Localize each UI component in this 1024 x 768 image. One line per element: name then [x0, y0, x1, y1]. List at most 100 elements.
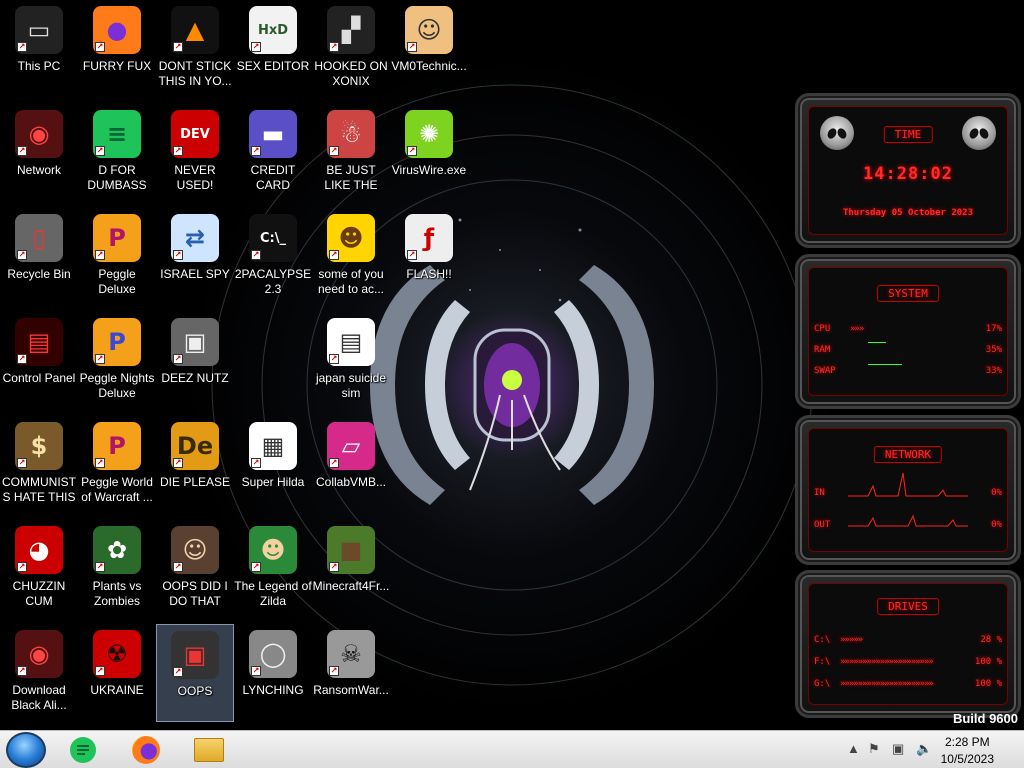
shortcut-arrow-icon: ↗: [17, 458, 27, 468]
desktop-icon[interactable]: ▯ ↗ Recycle Bin: [0, 208, 78, 306]
vlc-cone-icon: ▲ ↗: [171, 6, 219, 54]
desktop-icon[interactable]: ◉ ↗ Download Black Ali...: [0, 624, 78, 722]
desktop-icon[interactable]: ƒ ↗ FLASH!!: [390, 208, 468, 306]
desktop-icon[interactable]: ▣ ↗ OOPS: [156, 624, 234, 722]
desktop-icon-label: some of you need to ac...: [317, 267, 385, 296]
taskbar-firefox-button[interactable]: [129, 734, 163, 766]
console-icon: C:\_ ↗: [249, 214, 297, 262]
drives-gadget[interactable]: DRIVES C:\ »»»»» 28 % F:\ »»»»»»»»»»»»»»…: [795, 570, 1021, 718]
desktop-icon[interactable]: De ↗ DIE PLEASE: [156, 416, 234, 514]
start-button[interactable]: [6, 732, 46, 768]
alien-ball-icon: ◉ ↗: [15, 630, 63, 678]
shortcut-arrow-icon: ↗: [173, 354, 183, 364]
taskbar-d-app-button[interactable]: [66, 734, 100, 766]
cpu-row: CPU »»» 17%: [814, 324, 1002, 336]
desktop-icon-label: The Legend of Zilda: [234, 579, 312, 608]
shortcut-arrow-icon: ↗: [173, 250, 183, 260]
desktop-icon[interactable]: $↗ COMMUNISTS HATE THIS G...: [0, 416, 78, 514]
minecraft-grass-icon: ■ ↗: [327, 526, 375, 574]
pixel-art-icon: ▦ ↗: [249, 422, 297, 470]
desktop-icon-label: DONT STICK THIS IN YO...: [158, 59, 232, 88]
chuzzle-icon: ◕ ↗: [15, 526, 63, 574]
desktop-icon[interactable]: ◯ ↗ LYNCHING: [234, 624, 312, 722]
desktop-icon[interactable]: ☻ ↗ some of you need to ac...: [312, 208, 390, 306]
desktop-icon[interactable]: ▤ ↗ Control Panel: [0, 312, 78, 410]
desktop-icon[interactable]: P ↗ Peggle Nights Deluxe: [78, 312, 156, 410]
desktop-icon[interactable]: ▣ ↗ DEEZ NUTZ: [156, 312, 234, 410]
desktop-icon-label: Control Panel: [2, 371, 76, 385]
desktop-icon[interactable]: C:\_ ↗ 2PACALYPSE 2.3: [234, 208, 312, 306]
cpu-bar: »»»: [850, 324, 864, 334]
shortcut-arrow-icon: ↗: [173, 458, 183, 468]
volume-icon[interactable]: 🔈: [916, 741, 932, 757]
build-watermark: Build 9600: [952, 711, 1018, 726]
network-gadget[interactable]: NETWORK IN 0% OUT 0%: [795, 415, 1021, 565]
desktop-icon[interactable]: ☺ ↗ OOPS DID I DO THAT: [156, 520, 234, 618]
desktop-icon-label: Network: [16, 163, 61, 177]
beaver-icon: ☻ ↗: [327, 214, 375, 262]
firefox-icon: [132, 736, 160, 764]
shortcut-arrow-icon: ↗: [251, 42, 261, 52]
desktop-icon-label: Minecraft4Fr...: [312, 579, 390, 593]
desktop-icon[interactable]: ≡ ↗ D FOR DUMBASS: [78, 104, 156, 202]
desktop-icon[interactable]: ☢ ↗ UKRAINE: [78, 624, 156, 722]
drives-gadget-title: DRIVES: [877, 598, 939, 615]
system-gadget[interactable]: SYSTEM CPU »»» 17% RAM 35% SWAP 33%: [795, 254, 1021, 409]
desktop-icon-label: CREDIT CARD CHECKER: [250, 163, 296, 192]
network-icon: ◉ ↗: [15, 110, 63, 158]
show-hidden-icons-button[interactable]: ▲: [847, 741, 860, 756]
desktop-icon[interactable]: ✺ ↗ VirusWire.exe: [390, 104, 468, 202]
flag-icon[interactable]: ⚑: [868, 741, 880, 757]
desktop-icon[interactable]: ▤ ↗ japan suicide sim: [312, 312, 390, 410]
desktop-icon[interactable]: P ↗ Peggle World of Warcraft ...: [78, 416, 156, 514]
flash-icon: ƒ ↗: [405, 214, 453, 262]
desktop-icon[interactable]: ◕ ↗ CHUZZIN CUM: [0, 520, 78, 618]
desktop-icon[interactable]: P ↗ Peggle Deluxe: [78, 208, 156, 306]
pixel-hero-icon: ☻ ↗: [249, 526, 297, 574]
desktop-icon[interactable]: DEV ↗ NEVER USED!: [156, 104, 234, 202]
desktop-icon-label: VM0Technic...: [391, 59, 467, 73]
xonix-icon: ▞ ↗: [327, 6, 375, 54]
desktop-icon[interactable]: ▞ ↗ HOOKED ON XONIX: [312, 0, 390, 98]
desktop-icon[interactable]: ☠ ↗ RansomWar...: [312, 624, 390, 722]
desktop-icon[interactable]: ▬↗ CREDIT CARD CHECKER: [234, 104, 312, 202]
desktop-icon[interactable]: ☺ ↗ VM0Technic...: [390, 0, 468, 98]
alien-head-icon: [820, 116, 854, 150]
control-panel-icon: ▤ ↗: [15, 318, 63, 366]
desktop-icon[interactable]: ◉ ↗ Network: [0, 104, 78, 202]
taskbar-file-explorer-button[interactable]: [192, 734, 226, 766]
time-gadget[interactable]: TIME 14:28:02 Thursday 05 October 2023: [795, 93, 1021, 248]
folder-icon: [194, 738, 224, 762]
shortcut-arrow-icon: ↗: [95, 146, 105, 156]
desktop-icon[interactable]: HxD ↗ SEX EDITOR: [234, 0, 312, 98]
desktop-icon[interactable]: ● ↗ FURRY FUX: [78, 0, 156, 98]
desktop-icon-label: FLASH!!: [406, 267, 452, 281]
network-tray-icon[interactable]: ▣: [892, 741, 904, 757]
dev-cpp-icon: DEV ↗: [171, 110, 219, 158]
desktop-icon-label: OOPS: [177, 684, 213, 698]
desktop-icon[interactable]: ▲ ↗ DONT STICK THIS IN YO...: [156, 0, 234, 98]
desktop-icon[interactable]: ☻ ↗ The Legend of Zilda: [234, 520, 312, 618]
desktop-icon[interactable]: ▱ ↗ CollabVMB...: [312, 416, 390, 514]
desktop-icon[interactable]: ⇄ ↗ ISRAEL SPY: [156, 208, 234, 306]
clock-date: 10/5/2023: [940, 752, 994, 766]
desktop-icon-label: FURRY FUX: [82, 59, 152, 73]
time-gadget-title: TIME: [883, 126, 933, 143]
network-gadget-title: NETWORK: [873, 446, 943, 463]
cpu-value: 17%: [985, 324, 1002, 334]
drive-g-row: G:\ »»»»»»»»»»»»»»»»»»»»» 100 %: [814, 679, 1002, 691]
desktop-icon[interactable]: ■ ↗ Minecraft4Fr...: [312, 520, 390, 618]
taskbar: ▲ ⚑ ▣ 🔈 2:28 PM 10/5/2023: [0, 730, 1024, 768]
d-app-icon: [70, 737, 96, 763]
shortcut-arrow-icon: ↗: [329, 562, 339, 572]
drive-f-value: 100 %: [974, 657, 1002, 667]
desktop-icon[interactable]: ☃↗ BE JUST LIKE THE DUDE!: [312, 104, 390, 202]
taskbar-clock[interactable]: 2:28 PM 10/5/2023: [941, 734, 994, 768]
desktop-icon-label: CollabVMB...: [315, 475, 387, 489]
desktop-icon[interactable]: ▦ ↗ Super Hilda: [234, 416, 312, 514]
desktop-icon[interactable]: ✿ ↗ Plants vs Zombies: [78, 520, 156, 618]
desktop-icon-label: DEEZ NUTZ: [161, 371, 229, 385]
desktop-icon[interactable]: ▭ ↗ This PC: [0, 0, 78, 98]
shortcut-arrow-icon: ↗: [17, 146, 27, 156]
credit-card-icon: ▬ ↗: [249, 110, 297, 158]
